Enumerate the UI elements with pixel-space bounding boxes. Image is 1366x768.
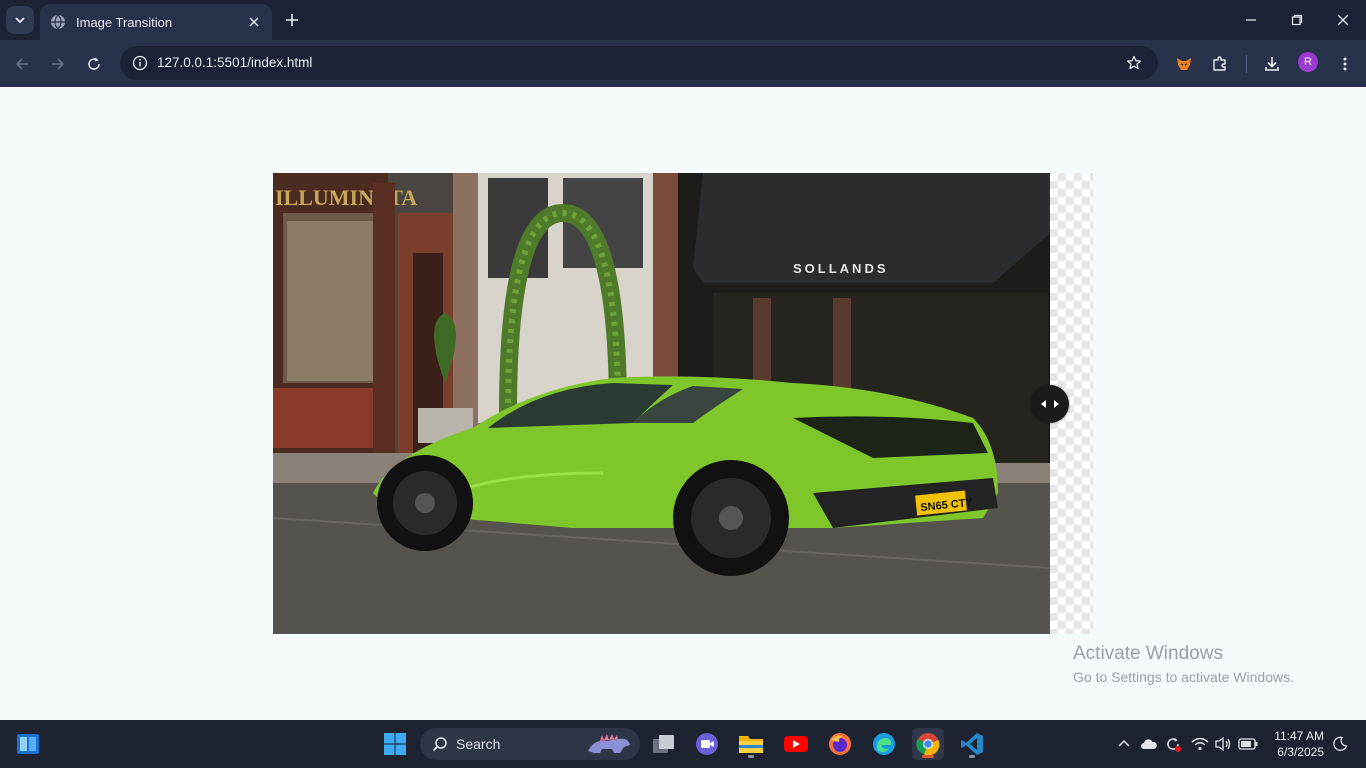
page-content: ILLUMINATA SOLLANDS SN65 CTY Activate Wi… [0, 87, 1366, 720]
plus-icon [286, 14, 298, 26]
sync-icon [1167, 738, 1181, 752]
watermark-subtitle: Go to Settings to activate Windows. [1073, 669, 1294, 685]
system-clock[interactable]: 11:47 AM 6/3/2025 [1268, 728, 1324, 760]
running-indicator [748, 755, 754, 758]
folder-icon [739, 736, 763, 753]
moon-icon [1333, 736, 1348, 751]
running-indicator [969, 755, 975, 758]
widgets-icon [17, 734, 39, 754]
active-indicator [922, 755, 934, 758]
window-close-button[interactable] [1320, 0, 1366, 40]
sync-tray-button[interactable] [1163, 734, 1183, 754]
volume-tray-button[interactable] [1213, 734, 1233, 754]
metamask-extension-button[interactable] [1170, 50, 1198, 78]
arrow-right-icon [52, 58, 65, 70]
close-icon [249, 17, 259, 27]
puzzle-icon [1213, 56, 1226, 71]
tab-close-button[interactable] [246, 14, 262, 30]
dinosaur-icon [588, 734, 630, 753]
fox-icon [1177, 58, 1191, 70]
chrome-button[interactable] [912, 728, 944, 760]
reload-icon [88, 57, 100, 70]
battery-icon [1238, 738, 1258, 750]
browser-menu-button[interactable] [1331, 50, 1359, 78]
activation-watermark: Activate Windows Go to Settings to activ… [1073, 643, 1294, 685]
video-chat-icon [696, 733, 718, 755]
task-view-icon [653, 735, 674, 753]
wifi-tray-button[interactable] [1190, 734, 1210, 754]
address-bar[interactable]: 127.0.0.1:5501/index.html [120, 46, 1158, 80]
youtube-button[interactable] [780, 728, 812, 760]
start-button[interactable] [379, 728, 411, 760]
restore-button[interactable] [1274, 0, 1320, 40]
toolbar-separator [1246, 55, 1247, 73]
wifi-icon [1191, 737, 1209, 751]
widgets-button[interactable] [12, 728, 44, 760]
forward-button[interactable] [44, 50, 72, 78]
transition-image: ILLUMINATA SOLLANDS SN65 CTY [273, 173, 1050, 634]
browser-toolbar: 127.0.0.1:5501/index.html R [0, 40, 1366, 87]
tab-search-button[interactable] [6, 6, 34, 34]
taskbar: Search 11:47 AM 6/3/2025 [0, 720, 1366, 768]
profile-avatar[interactable]: R [1298, 52, 1318, 72]
chevron-up-icon [1118, 739, 1130, 747]
shop-sign-right: SOLLANDS [793, 261, 889, 276]
watermark-title: Activate Windows [1073, 643, 1223, 664]
slider-handle[interactable] [1031, 385, 1069, 423]
left-right-arrows-icon [1041, 400, 1059, 408]
url-text: 127.0.0.1:5501/index.html [157, 55, 313, 70]
tab-strip: Image Transition [0, 0, 1366, 40]
extensions-button[interactable] [1206, 50, 1234, 78]
search-icon [432, 737, 447, 752]
show-hidden-icons-button[interactable] [1114, 734, 1134, 754]
minimize-button[interactable] [1228, 0, 1274, 40]
minimize-icon [1246, 19, 1256, 21]
windows-logo-icon [384, 733, 406, 755]
speaker-icon [1215, 736, 1231, 752]
youtube-icon [784, 736, 808, 752]
taskbar-search[interactable]: Search [420, 728, 640, 760]
chrome-icon [916, 733, 940, 756]
more-vertical-icon [1343, 57, 1347, 71]
onedrive-tray-button[interactable] [1139, 734, 1159, 754]
shop-sign-left: ILLUMINATA [275, 185, 417, 210]
vscode-icon [961, 733, 983, 755]
arrow-left-icon [15, 58, 28, 70]
back-button[interactable] [8, 50, 36, 78]
teams-chat-button[interactable] [691, 728, 723, 760]
edge-icon [873, 733, 895, 755]
download-icon [1265, 57, 1279, 71]
battery-tray-button[interactable] [1238, 734, 1258, 754]
tab-title: Image Transition [76, 14, 173, 30]
bookmark-star-icon[interactable] [1124, 53, 1144, 73]
firefox-icon [829, 733, 851, 755]
reload-button[interactable] [80, 50, 108, 78]
chevron-down-icon [15, 17, 25, 24]
task-view-button[interactable] [648, 728, 680, 760]
tab-image-transition[interactable]: Image Transition [40, 4, 272, 40]
notifications-button[interactable] [1330, 734, 1350, 754]
close-icon [1337, 14, 1349, 26]
vscode-button[interactable] [956, 728, 988, 760]
clock-date: 6/3/2025 [1277, 745, 1324, 759]
file-explorer-button[interactable] [735, 728, 767, 760]
restore-icon [1291, 14, 1303, 26]
taskbar-search-label: Search [456, 736, 501, 752]
clock-time: 11:47 AM [1274, 729, 1324, 743]
downloads-button[interactable] [1258, 50, 1286, 78]
site-info-icon[interactable] [128, 51, 152, 75]
firefox-button[interactable] [824, 728, 856, 760]
new-tab-button[interactable] [280, 8, 304, 32]
globe-icon [50, 14, 66, 30]
edge-button[interactable] [868, 728, 900, 760]
cloud-icon [1141, 739, 1157, 749]
